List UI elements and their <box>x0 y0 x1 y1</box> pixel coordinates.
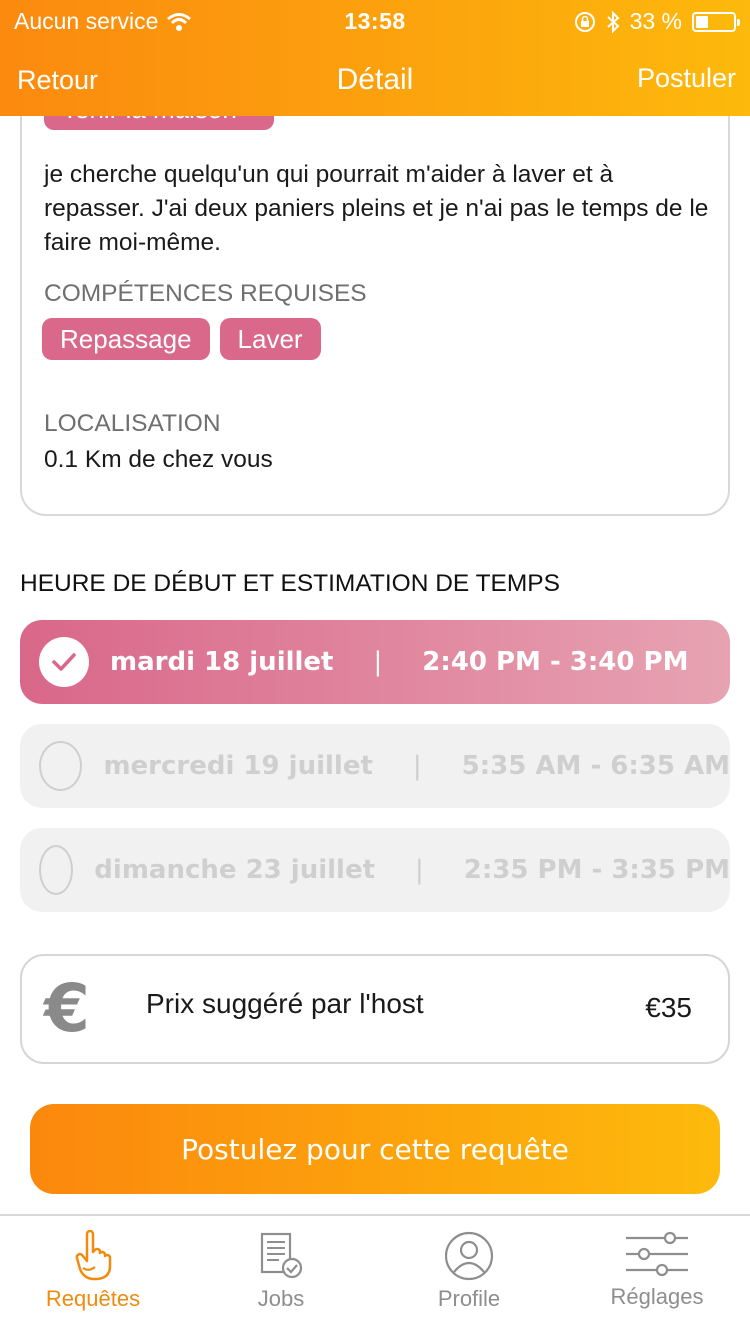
price-value: €35 <box>645 992 692 1023</box>
skills-list: Repassage Laver <box>42 318 321 360</box>
request-description: je cherche quelqu'un qui pourrait m'aide… <box>44 161 709 256</box>
battery-percent: 33 % <box>629 8 682 34</box>
schedule-title: HEURE DE DÉBUT ET ESTIMATION DE TEMPS <box>20 570 560 597</box>
orientation-lock-icon <box>574 11 595 32</box>
document-check-icon <box>260 1232 303 1279</box>
tab-label: Réglages <box>610 1284 704 1309</box>
sliders-icon <box>626 1231 688 1277</box>
euro-icon: € <box>44 970 90 1047</box>
slot-separator: | <box>412 751 422 781</box>
hand-pointer-icon <box>75 1230 112 1281</box>
skill-tag: Laver <box>219 318 321 360</box>
user-circle-icon <box>444 1231 494 1281</box>
tab-reglages[interactable]: Réglages <box>572 1230 742 1310</box>
slot-day: mercredi 19 juillet <box>103 751 373 781</box>
location-label: LOCALISATION <box>44 410 221 437</box>
skills-label: COMPÉTENCES REQUISES <box>44 280 367 307</box>
tab-jobs[interactable]: Jobs <box>196 1230 366 1312</box>
radio-empty-icon <box>39 741 83 791</box>
slot-separator: | <box>415 855 424 885</box>
check-icon <box>39 637 89 687</box>
slot-time: 5:35 AM - 6:35 AM <box>461 751 730 781</box>
apply-button[interactable]: Postuler <box>637 63 736 94</box>
bluetooth-icon <box>606 10 620 33</box>
tab-profile[interactable]: Profile <box>384 1230 554 1312</box>
tab-label: Jobs <box>257 1286 305 1311</box>
slot-separator: | <box>373 647 383 677</box>
slot-time: 2:40 PM - 3:40 PM <box>422 647 689 677</box>
time-slot-option[interactable]: dimanche 23 juillet | 2:35 PM - 3:35 PM <box>20 828 730 912</box>
status-bar: Aucun service 13:58 33 % <box>0 6 750 36</box>
slot-day: mardi 18 juillet <box>110 647 334 677</box>
slot-time: 2:35 PM - 3:35 PM <box>463 855 730 885</box>
price-label: Prix suggéré par l'host <box>146 988 424 1019</box>
time-slot-option[interactable]: mardi 18 juillet | 2:40 PM - 3:40 PM <box>20 620 730 704</box>
slot-day: dimanche 23 juillet <box>94 855 376 885</box>
header-bar: Aucun service 13:58 33 % Retour Détail P… <box>0 0 750 116</box>
location-value: 0.1 Km de chez vous <box>44 446 273 473</box>
apply-request-button[interactable]: Postulez pour cette requête <box>30 1104 720 1194</box>
skill-tag: Repassage <box>42 318 210 360</box>
battery-icon <box>692 11 740 32</box>
tab-bar: Requêtes Jobs Profile Réglages <box>0 1214 750 1334</box>
price-card: € Prix suggéré par l'host €35 <box>20 954 730 1064</box>
navigation-bar: Retour Détail Postuler <box>0 58 750 102</box>
tab-label: Requêtes <box>45 1286 141 1311</box>
radio-empty-icon <box>39 845 74 895</box>
time-slot-option[interactable]: mercredi 19 juillet | 5:35 AM - 6:35 AM <box>20 724 730 808</box>
tab-requetes[interactable]: Requêtes <box>8 1230 178 1312</box>
tab-label: Profile <box>437 1286 501 1311</box>
